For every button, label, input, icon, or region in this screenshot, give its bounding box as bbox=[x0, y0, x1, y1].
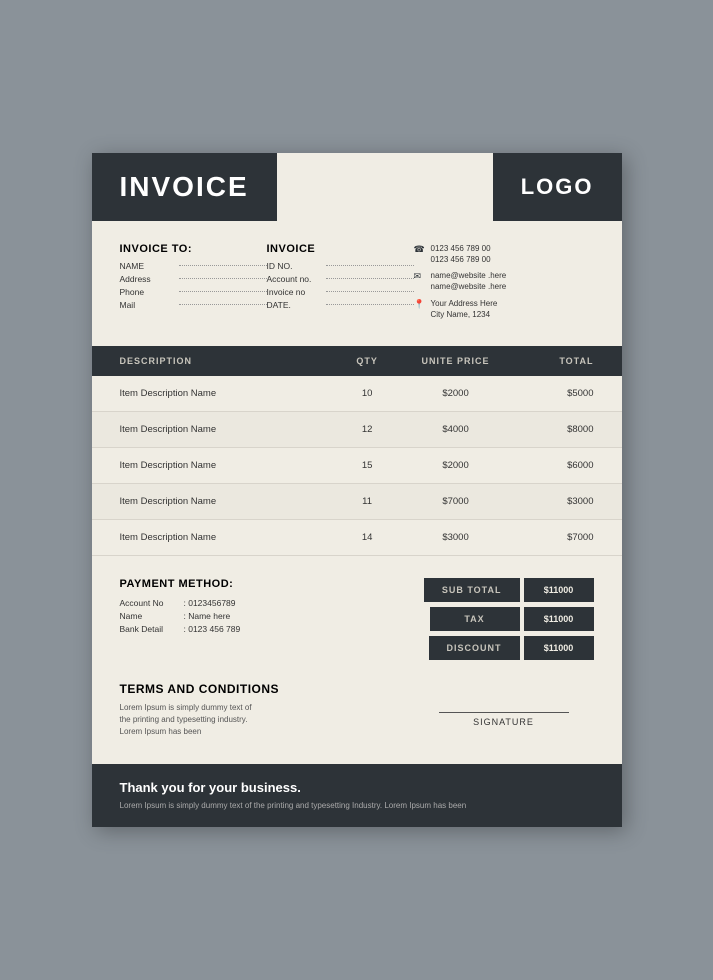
field-address: Address bbox=[120, 274, 267, 284]
tax-value: $11000 bbox=[524, 607, 594, 631]
contact-col: ☎ 0123 456 789 000123 456 789 00 ✉ name@… bbox=[414, 243, 594, 320]
field-account: Account no. bbox=[267, 274, 414, 284]
invoice-title: INVOICE bbox=[92, 153, 277, 221]
table-header: DESCRIPTION QTY UNITE PRICE TOTAL bbox=[92, 346, 622, 376]
row-description: Item Description Name bbox=[120, 424, 332, 435]
email-icon: ✉ bbox=[414, 271, 426, 282]
discount-label: DISCOUNT bbox=[429, 636, 520, 660]
invoice-details-label: INVOICE bbox=[267, 243, 414, 255]
terms-text: Lorem Ipsum is simply dummy text ofthe p… bbox=[120, 702, 394, 738]
col-header-description: DESCRIPTION bbox=[120, 356, 332, 366]
subtotal-row: SUB TOTAL $11000 bbox=[424, 578, 594, 602]
terms-title: TERMS AND CONDITIONS bbox=[120, 682, 394, 696]
row-unit-price: $2000 bbox=[402, 388, 508, 399]
row-qty: 10 bbox=[332, 388, 403, 399]
row-total: $6000 bbox=[509, 460, 594, 471]
table-row: Item Description Name 10 $2000 $5000 bbox=[92, 376, 622, 412]
col-header-unit-price: UNITE PRICE bbox=[402, 356, 508, 366]
contact-address: Your Address HereCity Name, 1234 bbox=[431, 298, 498, 320]
phone-icon: ☎ bbox=[414, 244, 426, 255]
invoice-title-text: INVOICE bbox=[120, 171, 249, 203]
row-unit-price: $4000 bbox=[402, 424, 508, 435]
field-date: DATE. bbox=[267, 300, 414, 310]
field-name: NAME bbox=[120, 261, 267, 271]
table-row: Item Description Name 12 $4000 $8000 bbox=[92, 412, 622, 448]
tax-label: TAX bbox=[430, 607, 520, 631]
contact-email-row: ✉ name@website .herename@website .here bbox=[414, 270, 594, 292]
discount-value: $11000 bbox=[524, 636, 594, 660]
signature-line bbox=[439, 712, 569, 713]
subtotal-value: $11000 bbox=[524, 578, 594, 602]
row-total: $7000 bbox=[509, 532, 594, 543]
info-section: INVOICE TO: NAME Address Phone Mail INVO… bbox=[92, 221, 622, 338]
signature-label: SIGNATURE bbox=[473, 717, 534, 727]
col-header-qty: QTY bbox=[332, 356, 403, 366]
footer-text: Lorem Ipsum is simply dummy text of the … bbox=[120, 800, 594, 811]
invoice-to-col: INVOICE TO: NAME Address Phone Mail bbox=[120, 243, 267, 320]
row-description: Item Description Name bbox=[120, 388, 332, 399]
row-unit-price: $7000 bbox=[402, 496, 508, 507]
table-row: Item Description Name 15 $2000 $6000 bbox=[92, 448, 622, 484]
invoice-to-label: INVOICE TO: bbox=[120, 243, 267, 255]
subtotal-label: SUB TOTAL bbox=[424, 578, 520, 602]
row-total: $3000 bbox=[509, 496, 594, 507]
field-phone: Phone bbox=[120, 287, 267, 297]
payment-name: Name : Name here bbox=[120, 611, 404, 621]
col-header-total: TOTAL bbox=[509, 356, 594, 366]
payment-col: PAYMENT METHOD: Account No : 0123456789 … bbox=[120, 578, 404, 660]
tax-row: TAX $11000 bbox=[430, 607, 594, 631]
row-qty: 11 bbox=[332, 496, 403, 507]
table-body: Item Description Name 10 $2000 $5000 Ite… bbox=[92, 376, 622, 556]
payment-account: Account No : 0123456789 bbox=[120, 598, 404, 608]
terms-col: TERMS AND CONDITIONS Lorem Ipsum is simp… bbox=[120, 682, 394, 738]
field-id: ID NO. bbox=[267, 261, 414, 271]
field-mail: Mail bbox=[120, 300, 267, 310]
terms-section: TERMS AND CONDITIONS Lorem Ipsum is simp… bbox=[92, 678, 622, 756]
table-row: Item Description Name 14 $3000 $7000 bbox=[92, 520, 622, 556]
location-icon: 📍 bbox=[414, 299, 426, 310]
row-description: Item Description Name bbox=[120, 496, 332, 507]
invoice-document: INVOICE LOGO INVOICE TO: NAME Address Ph… bbox=[92, 153, 622, 827]
contact-email: name@website .herename@website .here bbox=[431, 270, 507, 292]
totals-col: SUB TOTAL $11000 TAX $11000 DISCOUNT $11… bbox=[424, 578, 594, 660]
row-unit-price: $2000 bbox=[402, 460, 508, 471]
row-qty: 15 bbox=[332, 460, 403, 471]
discount-row: DISCOUNT $11000 bbox=[429, 636, 594, 660]
bottom-section: PAYMENT METHOD: Account No : 0123456789 … bbox=[92, 556, 622, 678]
invoice-header: INVOICE LOGO bbox=[92, 153, 622, 221]
row-total: $5000 bbox=[509, 388, 594, 399]
contact-phone-row: ☎ 0123 456 789 000123 456 789 00 bbox=[414, 243, 594, 265]
signature-col: SIGNATURE bbox=[414, 682, 594, 727]
table-row: Item Description Name 11 $7000 $3000 bbox=[92, 484, 622, 520]
footer-title: Thank you for your business. bbox=[120, 780, 594, 795]
contact-address-row: 📍 Your Address HereCity Name, 1234 bbox=[414, 298, 594, 320]
logo-box: LOGO bbox=[493, 153, 622, 221]
invoice-details-col: INVOICE ID NO. Account no. Invoice no DA… bbox=[267, 243, 414, 320]
invoice-footer: Thank you for your business. Lorem Ipsum… bbox=[92, 764, 622, 827]
field-invoice-no: Invoice no bbox=[267, 287, 414, 297]
row-qty: 14 bbox=[332, 532, 403, 543]
row-description: Item Description Name bbox=[120, 532, 332, 543]
logo-text: LOGO bbox=[521, 174, 594, 200]
row-unit-price: $3000 bbox=[402, 532, 508, 543]
contact-phone: 0123 456 789 000123 456 789 00 bbox=[431, 243, 491, 265]
row-description: Item Description Name bbox=[120, 460, 332, 471]
row-qty: 12 bbox=[332, 424, 403, 435]
payment-label: PAYMENT METHOD: bbox=[120, 578, 404, 590]
payment-bank: Bank Detail : 0123 456 789 bbox=[120, 624, 404, 634]
row-total: $8000 bbox=[509, 424, 594, 435]
